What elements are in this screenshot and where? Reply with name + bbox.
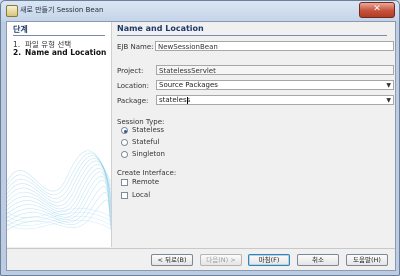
back-button[interactable]: < 뒤로(B): [151, 254, 193, 266]
close-button[interactable]: ✕: [359, 2, 395, 18]
title-bar[interactable]: 새로 만들기 Session Bean ✕: [1, 1, 399, 21]
checkbox-label: Remote: [132, 178, 160, 186]
chevron-down-icon[interactable]: ▼: [386, 81, 391, 90]
create-interface-label: Create Interface:: [117, 169, 177, 177]
name-location-panel: Name and Location EJB Name: NewSessionBe…: [113, 22, 395, 247]
chevron-down-icon[interactable]: ▼: [386, 96, 391, 105]
location-dropdown[interactable]: Source Packages ▼: [156, 80, 394, 90]
package-label: Package:: [117, 97, 149, 105]
checkbox[interactable]: [121, 179, 128, 186]
panel-title: Name and Location: [117, 24, 387, 36]
project-label: Project:: [117, 67, 144, 75]
step-number: 2.: [13, 48, 22, 57]
decorative-wave-graphic: [7, 150, 111, 231]
dialog-body: 단계 1. 파일 유형 선택 2. Name and Location Name…: [6, 21, 396, 271]
radio-label: Stateless: [132, 126, 165, 134]
step-label: Name and Location: [25, 48, 107, 57]
next-button[interactable]: 다음(N) >: [200, 254, 242, 266]
ejb-name-label: EJB Name:: [117, 43, 154, 51]
radio-label: Stateful: [132, 138, 160, 146]
step-2-current: 2. Name and Location: [13, 48, 106, 57]
package-combobox[interactable]: stateless ▼: [156, 95, 394, 105]
checkbox-label: Local: [132, 191, 151, 199]
dialog-window: 새로 만들기 Session Bean ✕ 단계 1. 파일 유형 선택 2. Na…: [0, 0, 400, 276]
text-cursor: [187, 97, 188, 104]
package-value: stateless: [159, 96, 191, 104]
radio-button[interactable]: [121, 151, 128, 158]
session-type-label: Session Type:: [117, 118, 165, 126]
bean-icon: [6, 5, 18, 17]
help-button[interactable]: 도움말(H): [346, 254, 388, 266]
radio-label: Singleton: [132, 150, 165, 158]
window-title: 새로 만들기 Session Bean: [20, 6, 104, 14]
radio-button-selected[interactable]: [121, 127, 128, 134]
location-label: Location:: [117, 82, 149, 90]
location-value: Source Packages: [159, 81, 218, 89]
ejb-name-field[interactable]: NewSessionBean: [155, 41, 394, 51]
checkbox[interactable]: [121, 192, 128, 199]
finish-button[interactable]: 마침(F): [248, 254, 290, 266]
project-field: StatelessServlet: [156, 65, 394, 75]
button-bar-divider: [7, 248, 395, 249]
radio-button[interactable]: [121, 139, 128, 146]
steps-panel: 단계 1. 파일 유형 선택 2. Name and Location: [7, 22, 112, 247]
cancel-button[interactable]: 취소: [297, 254, 339, 266]
steps-heading: 단계: [13, 24, 105, 36]
